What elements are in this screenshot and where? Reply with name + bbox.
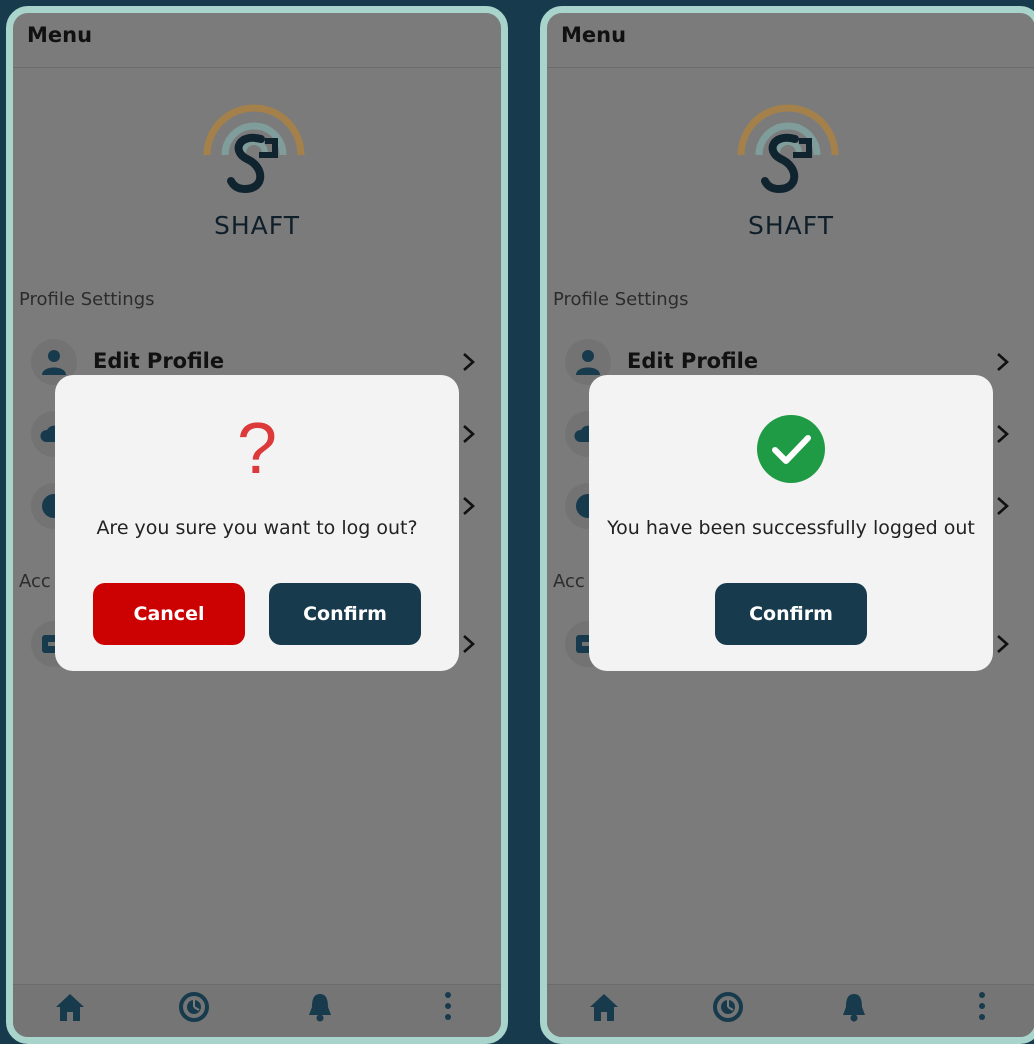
nav-item-history[interactable] bbox=[693, 989, 763, 1037]
chevron-right-icon bbox=[463, 425, 475, 443]
section-label-account: Acc bbox=[553, 571, 585, 592]
chevron-right-icon bbox=[997, 635, 1009, 653]
dialog-message: You have been successfully logged out bbox=[607, 517, 975, 539]
nav-item-home[interactable] bbox=[569, 989, 639, 1037]
dialog-message: Are you sure you want to log out? bbox=[96, 517, 418, 539]
section-label-account: Acc bbox=[19, 571, 51, 592]
cancel-button[interactable]: Cancel bbox=[93, 583, 245, 645]
app-bar: Menu bbox=[547, 13, 1034, 68]
chevron-right-icon bbox=[463, 353, 475, 371]
bell-icon bbox=[843, 994, 865, 1022]
nav-item-history[interactable] bbox=[159, 989, 229, 1037]
nav-item-notifications[interactable] bbox=[285, 989, 355, 1037]
more-vertical-icon bbox=[445, 992, 451, 1020]
history-icon bbox=[713, 992, 743, 1022]
nav-item-more[interactable] bbox=[947, 989, 1017, 1037]
bell-icon bbox=[309, 994, 331, 1022]
nav-item-home[interactable] bbox=[35, 989, 105, 1037]
app-bar: Menu bbox=[13, 13, 501, 68]
home-icon bbox=[56, 994, 84, 1021]
menu-item-label: Edit Profile bbox=[627, 349, 759, 373]
section-label-profile: Profile Settings bbox=[19, 289, 155, 310]
logout-confirm-dialog: ? Are you sure you want to log out? Canc… bbox=[55, 375, 459, 671]
bottom-nav bbox=[547, 984, 1034, 1037]
question-mark-icon: ? bbox=[217, 409, 297, 489]
menu-item-label: Edit Profile bbox=[93, 349, 225, 373]
chevron-right-icon bbox=[463, 635, 475, 653]
confirm-button[interactable]: Confirm bbox=[269, 583, 421, 645]
brand-name: SHAFT bbox=[748, 211, 834, 240]
check-circle-icon bbox=[757, 415, 825, 483]
bottom-nav bbox=[13, 984, 501, 1037]
confirm-button[interactable]: Confirm bbox=[715, 583, 867, 645]
brand-name: SHAFT bbox=[214, 211, 300, 240]
nav-item-more[interactable] bbox=[413, 989, 483, 1037]
page-title: Menu bbox=[561, 23, 627, 47]
section-label-profile: Profile Settings bbox=[553, 289, 689, 310]
history-icon bbox=[179, 992, 209, 1022]
page-title: Menu bbox=[27, 23, 93, 47]
shaft-logo-icon bbox=[203, 104, 305, 194]
nav-item-notifications[interactable] bbox=[819, 989, 889, 1037]
chevron-right-icon bbox=[997, 425, 1009, 443]
chevron-right-icon bbox=[997, 497, 1009, 515]
phone-screen-logout-success: Menu SHAFT Profile Settings Edit Profile… bbox=[540, 6, 1034, 1044]
more-vertical-icon bbox=[979, 992, 985, 1020]
home-icon bbox=[590, 994, 618, 1021]
shaft-logo-icon bbox=[737, 104, 839, 194]
question-mark-glyph: ? bbox=[236, 409, 278, 489]
chevron-right-icon bbox=[463, 497, 475, 515]
phone-screen-logout-confirm: Menu SHAFT Profile Settings Edit Profile… bbox=[6, 6, 508, 1044]
chevron-right-icon bbox=[997, 353, 1009, 371]
logout-success-dialog: You have been successfully logged out Co… bbox=[589, 375, 993, 671]
